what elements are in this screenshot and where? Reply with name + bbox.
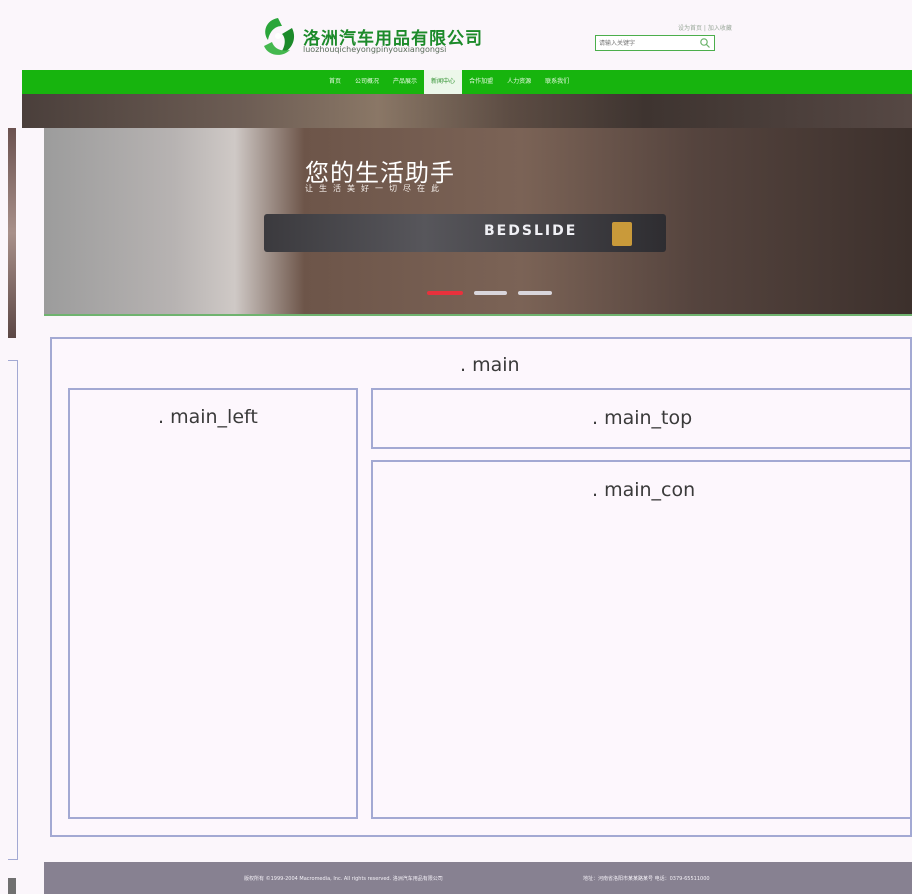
banner-brand-text: BEDSLIDE xyxy=(484,223,578,239)
nav-list: 首页 公司概况 产品展示 新闻中心 合作加盟 人力资源 联系我们 xyxy=(322,70,576,94)
banner-side-edge xyxy=(8,128,16,338)
main-con-label: . main_con xyxy=(592,479,696,501)
company-pinyin: luozhouqicheyongpinyouxiangongsi xyxy=(303,45,447,54)
slide-dot-3[interactable] xyxy=(518,291,552,295)
banner-subtitle: 让生活美好一切尽在此 xyxy=(305,184,445,193)
nav-item-7[interactable]: 联系我们 xyxy=(538,70,576,94)
slide-dot-1[interactable] xyxy=(427,291,463,295)
side-outline xyxy=(8,360,18,860)
nav-item-2[interactable]: 公司概况 xyxy=(348,70,386,94)
footer-copyright: 版权所有 ©1999-2004 Macromedia, Inc. All rig… xyxy=(244,876,443,882)
footer-contact: 地址：河南省洛阳市某某路某号 电话：0379-65511000 xyxy=(583,876,710,882)
logo-icon xyxy=(264,18,295,55)
search-input[interactable] xyxy=(596,36,702,50)
side-mark xyxy=(8,878,16,894)
bedslide-product-image xyxy=(264,214,666,252)
footer xyxy=(44,862,912,894)
main-nav: 首页 公司概况 产品展示 新闻中心 合作加盟 人力资源 联系我们 xyxy=(22,70,912,94)
nav-item-6[interactable]: 人力资源 xyxy=(500,70,538,94)
search-icon[interactable] xyxy=(699,37,711,49)
slide-dot-2[interactable] xyxy=(474,291,507,295)
main-left-region xyxy=(68,388,358,819)
search-box xyxy=(595,35,715,51)
main-content-region xyxy=(371,460,912,819)
nav-item-3[interactable]: 产品展示 xyxy=(386,70,424,94)
nav-item-1[interactable]: 首页 xyxy=(322,70,348,94)
nav-item-5[interactable]: 合作加盟 xyxy=(462,70,500,94)
main-left-label: . main_left xyxy=(158,406,258,428)
main-top-label: . main_top xyxy=(592,407,693,429)
set-homepage-link[interactable]: 设为首页 | 加入收藏 xyxy=(678,23,732,32)
banner-top-strip xyxy=(22,94,912,128)
nav-item-4[interactable]: 新闻中心 xyxy=(424,70,463,94)
main-label: . main xyxy=(460,354,520,376)
product-handle-icon xyxy=(612,222,632,246)
